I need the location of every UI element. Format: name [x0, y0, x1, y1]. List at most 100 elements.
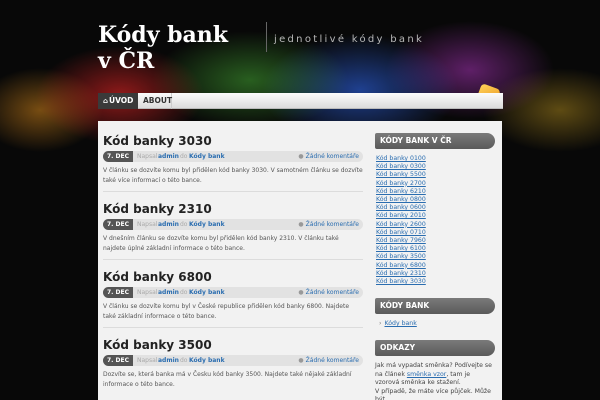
bank-code-link[interactable]: Kód banky 0600 [376, 204, 426, 211]
post-by-label: Napsal [137, 221, 158, 228]
links-widget-text: Jak má vypadat směnka? Podívejte se na č… [375, 362, 495, 400]
list-item: Kód banky 2700 [376, 180, 495, 188]
list-item: Kód banky 6800 [376, 262, 495, 270]
bank-codes-list: Kód banky 0100 Kód banky 0300 Kód banky … [376, 155, 495, 286]
sidebar: KÓDY BANK V ČR Kód banky 0100 Kód banky … [375, 133, 495, 400]
post-title[interactable]: Kód banky 2310 [103, 201, 363, 217]
list-item: Kód banky 2600 [376, 221, 495, 229]
post-comments-label: Žádné komentáře [305, 153, 359, 160]
post-in-label: do [180, 153, 188, 160]
nav-item-home[interactable]: ⌂ÚVOD [98, 93, 138, 109]
bank-code-link[interactable]: Kód banky 0710 [376, 229, 426, 236]
bank-code-link[interactable]: Kód banky 2310 [376, 270, 426, 277]
list-item: Kód banky 5500 [376, 171, 495, 179]
bank-code-link[interactable]: Kód banky 6800 [376, 262, 426, 269]
post-title[interactable]: Kód banky 3030 [103, 133, 363, 149]
post-meta: 7. DEC Napsal admin do Kódy bank ● Žádné … [103, 151, 363, 162]
post-meta: 7. DEC Napsal admin do Kódy bank ● Žádné … [103, 287, 363, 298]
bank-code-link[interactable]: Kód banky 2600 [376, 221, 426, 228]
widget-title-bank-codes: KÓDY BANK V ČR [375, 133, 495, 149]
post-meta: 7. DEC Napsal admin do Kódy bank ● Žádné … [103, 355, 363, 366]
bank-code-link[interactable]: Kód banky 3500 [376, 253, 426, 260]
list-item: Kódy bank [379, 320, 495, 328]
bank-code-link[interactable]: Kód banky 2700 [376, 180, 426, 187]
comment-bubble-icon: ● [298, 153, 304, 160]
comment-bubble-icon: ● [298, 221, 304, 228]
post-by-label: Napsal [137, 153, 158, 160]
bank-code-link[interactable]: Kód banky 7960 [376, 237, 426, 244]
bank-code-link[interactable]: Kód banky 6210 [376, 188, 426, 195]
post-by-label: Napsal [137, 289, 158, 296]
bank-code-link[interactable]: Kód banky 0300 [376, 163, 426, 170]
bank-code-link[interactable]: Kód banky 0100 [376, 155, 426, 162]
post: Kód banky 3500 7. DEC Napsal admin do Kó… [103, 337, 363, 389]
post-author-link[interactable]: admin [158, 219, 179, 230]
post: Kód banky 2310 7. DEC Napsal admin do Kó… [103, 201, 363, 253]
post-meta: 7. DEC Napsal admin do Kódy bank ● Žádné … [103, 219, 363, 230]
post-in-label: do [180, 221, 188, 228]
site-tagline: jednotlivé kódy bank [274, 34, 425, 45]
list-item: Kód banky 0100 [376, 155, 495, 163]
list-item: Kód banky 3030 [376, 278, 495, 286]
list-item: Kód banky 2310 [376, 270, 495, 278]
promissory-note-link[interactable]: směnka vzor [407, 371, 446, 378]
site-title[interactable]: Kódy bank v ČR [98, 22, 248, 74]
post-comments-link[interactable]: ● Žádné komentáře [298, 151, 359, 162]
comment-bubble-icon: ● [298, 289, 304, 296]
post-category-link[interactable]: Kódy bank [189, 355, 225, 366]
title-divider [266, 22, 267, 52]
bank-code-link[interactable]: Kód banky 3030 [376, 278, 426, 285]
categories-list: Kódy bank [379, 320, 495, 328]
widget-title-categories: KÓDY BANK [375, 298, 495, 315]
post-excerpt: V článku se dozvíte komu byl v České rep… [103, 303, 350, 320]
post-category-link[interactable]: Kódy bank [189, 151, 225, 162]
post-divider [103, 191, 363, 192]
post-divider [103, 327, 363, 328]
post-title[interactable]: Kód banky 3500 [103, 337, 363, 353]
list-item: Kód banky 3500 [376, 253, 495, 261]
post-divider [103, 259, 363, 260]
post-author-link[interactable]: admin [158, 355, 179, 366]
post: Kód banky 6800 7. DEC Napsal admin do Kó… [103, 269, 363, 321]
comment-bubble-icon: ● [298, 357, 304, 364]
list-item: Kód banky 7960 [376, 237, 495, 245]
post-comments-link[interactable]: ● Žádné komentáře [298, 219, 359, 230]
post-excerpt: V článku se dozvíte komu byl přidělen kó… [103, 167, 363, 184]
bank-code-link[interactable]: Kód banky 0800 [376, 196, 426, 203]
post-date-badge: 7. DEC [103, 151, 133, 162]
post-in-label: do [180, 289, 188, 296]
home-icon: ⌂ [103, 97, 109, 105]
nav-item-home-label: ÚVOD [109, 96, 134, 105]
post-comments-label: Žádné komentáře [305, 221, 359, 228]
main-content: Kód banky 3030 7. DEC Napsal admin do Kó… [98, 121, 502, 400]
post-comments-label: Žádné komentáře [305, 289, 359, 296]
list-item: Kód banky 2010 [376, 212, 495, 220]
post-category-link[interactable]: Kódy bank [189, 219, 225, 230]
bank-code-link[interactable]: Kód banky 6100 [376, 245, 426, 252]
nav-item-about[interactable]: ABOUT [138, 93, 172, 109]
post-category-link[interactable]: Kódy bank [189, 287, 225, 298]
post-author-link[interactable]: admin [158, 287, 179, 298]
post-title[interactable]: Kód banky 6800 [103, 269, 363, 285]
post-by-label: Napsal [137, 357, 158, 364]
list-item: Kód banky 0800 [376, 196, 495, 204]
list-item: Kód banky 0710 [376, 229, 495, 237]
post-in-label: do [180, 357, 188, 364]
post-date-badge: 7. DEC [103, 287, 133, 298]
post-author-link[interactable]: admin [158, 151, 179, 162]
category-link[interactable]: Kódy bank [384, 320, 416, 327]
post-date-badge: 7. DEC [103, 219, 133, 230]
bank-code-link[interactable]: Kód banky 2010 [376, 212, 426, 219]
main-navigation: ⌂ÚVOD ABOUT [98, 93, 503, 109]
post-comments-link[interactable]: ● Žádné komentáře [298, 287, 359, 298]
post-date-badge: 7. DEC [103, 355, 133, 366]
list-item: Kód banky 6210 [376, 188, 495, 196]
post-comments-link[interactable]: ● Žádné komentáře [298, 355, 359, 366]
post-excerpt: V dnešním článku se dozvíte komu byl při… [103, 235, 339, 252]
widget-title-links: ODKAZY [375, 340, 495, 357]
bank-code-link[interactable]: Kód banky 5500 [376, 171, 426, 178]
links-text-3: V případě, že máte více půjček. Může být [375, 387, 491, 400]
post-excerpt: Dozvíte se, která banka má v Česku kód b… [103, 371, 352, 388]
post-comments-label: Žádné komentáře [305, 357, 359, 364]
post: Kód banky 3030 7. DEC Napsal admin do Kó… [103, 133, 363, 185]
